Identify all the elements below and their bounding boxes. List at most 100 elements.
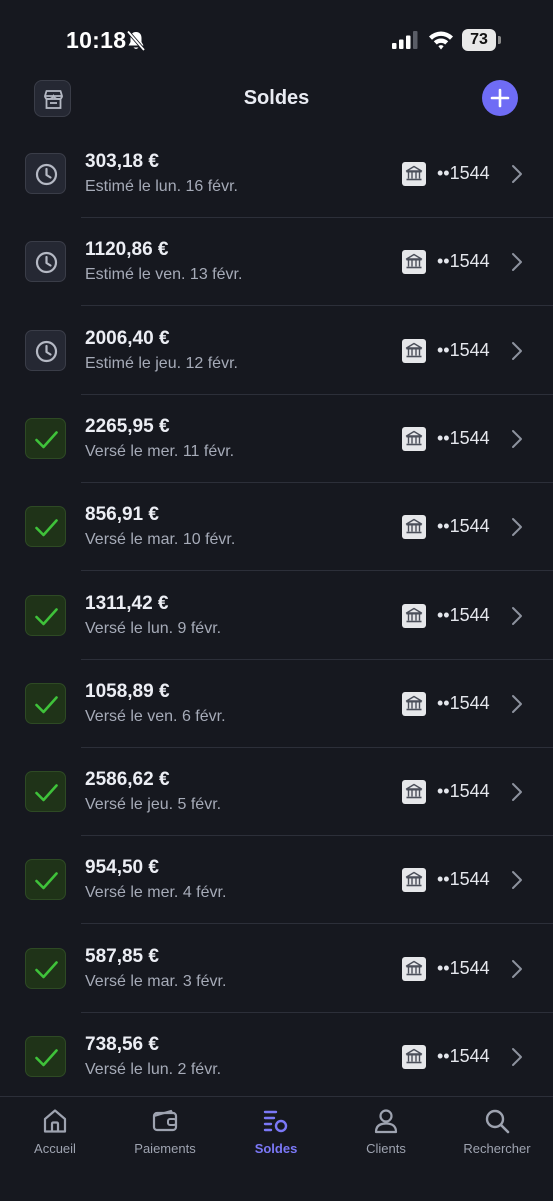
bank-icon [402,868,426,893]
chevron-right-icon [512,694,522,713]
checkmark-icon [35,607,58,625]
payout-date: Estimé le jeu. 12 févr. [85,354,238,372]
payout-row[interactable]: 587,85 € Versé le mar. 3 févr. ••1544 [0,925,553,1013]
payout-date: Versé le jeu. 5 févr. [85,796,222,814]
wifi-icon [429,31,453,50]
payout-date: Versé le mar. 10 févr. [85,531,236,549]
wallet-icon [152,1109,178,1132]
payout-date: Versé le lun. 2 févr. [85,1061,222,1078]
payout-amount: 1311,42 € [85,592,169,614]
tab-rechercher[interactable]: Rechercher [442,1097,552,1201]
account-number: ••1544 [437,781,490,802]
battery-icon: 73 [462,29,502,52]
status-badge [25,1036,66,1077]
payout-amount: 738,56 € [85,1034,159,1055]
payout-amount: 2586,62 € [85,769,170,791]
battery-level: 73 [470,31,488,48]
payout-row[interactable]: 954,50 € Versé le mer. 4 févr. ••1544 [0,836,553,925]
payout-amount: 2265,95 € [85,415,170,437]
account-number: ••1544 [437,427,490,448]
payout-row[interactable]: 2586,62 € Versé le jeu. 5 févr. ••1544 [0,748,553,837]
bank-icon [402,691,426,716]
chevron-right-icon [512,429,522,448]
checkmark-icon [35,784,58,802]
chevron-right-icon [512,253,522,272]
checkmark-icon [35,872,58,890]
chevron-right-icon [512,341,522,360]
bank-icon [402,1045,426,1069]
account-number: ••1544 [437,692,490,713]
payout-amount: 954,50 € [85,857,159,879]
payout-amount: 2006,40 € [85,327,170,349]
checkmark-icon [35,1049,58,1067]
status-badge [25,594,66,636]
status-badge [25,682,66,724]
status-badge [25,241,66,283]
account-number: ••1544 [437,1046,490,1066]
payout-row[interactable]: 738,56 € Versé le lun. 2 févr. ••1544 [0,1013,553,1101]
account-number: ••1544 [437,957,490,978]
bank-icon [402,956,426,981]
status-badge [25,859,66,901]
tab-label: Soldes [254,1141,298,1156]
payout-row[interactable]: 1311,42 € Versé le lun. 9 févr. ••1544 [0,572,553,660]
account-number: ••1544 [437,516,490,537]
bank-icon [402,603,426,628]
checkmark-icon [35,431,58,449]
balances-icon [263,1110,288,1133]
payout-row[interactable]: 2265,95 € Versé le mer. 11 févr. ••1544 [0,395,553,483]
checkmark-icon [35,519,58,537]
account-number: ••1544 [437,339,490,360]
checkmark-icon [35,960,58,978]
chevron-right-icon [512,1048,522,1066]
tab-accueil[interactable]: Accueil [0,1097,110,1201]
payout-row[interactable]: 1120,86 € Estimé le ven. 13 févr. ••1544 [0,218,553,307]
clock-icon [35,340,58,362]
status-badge [25,506,66,548]
account-number: ••1544 [437,251,490,272]
account-number: ••1544 [437,869,490,890]
bank-icon [402,162,426,186]
payout-row[interactable]: 856,91 € Versé le mar. 10 févr. ••1544 [0,483,553,572]
checkmark-icon [35,695,58,714]
status-badge [25,329,66,371]
chevron-right-icon [512,783,522,802]
account-number: ••1544 [437,163,490,183]
status-badge [25,771,66,813]
payout-amount: 587,85 € [85,945,159,967]
bank-icon [402,515,426,540]
tab-bar: Accueil Paiements Soldes Clients Recherc… [0,1096,553,1201]
status-bar: 10:18 73 [0,0,553,80]
tab-soldes[interactable]: Soldes [221,1097,331,1201]
payout-row[interactable]: 2006,40 € Estimé le jeu. 12 févr. ••1544 [0,307,553,395]
bank-icon [402,338,426,363]
chevron-right-icon [512,871,522,890]
payout-row[interactable]: 1058,89 € Versé le ven. 6 févr. ••1544 [0,660,553,748]
tab-label: Rechercher [463,1141,531,1156]
search-icon [485,1109,510,1134]
bank-icon [402,426,426,451]
chevron-right-icon [512,606,522,625]
chevron-right-icon [512,518,522,537]
bank-icon [402,250,426,275]
payout-amount: 1058,89 € [85,680,170,702]
tab-label: Clients [366,1141,406,1156]
payout-amount: 1120,86 € [85,239,169,261]
add-button[interactable] [482,80,518,116]
account-number: ••1544 [437,604,490,625]
page-title: Soldes [243,87,310,109]
tab-clients[interactable]: Clients [331,1097,441,1201]
payout-date: Estimé le lun. 16 févr. [85,178,238,195]
chevron-right-icon [512,165,522,183]
payout-date: Versé le ven. 6 févr. [85,707,226,725]
payout-date: Versé le lun. 9 févr. [85,619,222,637]
home-icon [43,1109,67,1133]
tab-paiements[interactable]: Paiements [110,1097,220,1201]
payout-date: Estimé le ven. 13 févr. [85,266,243,284]
status-badge [25,417,66,459]
payout-amount: 856,91 € [85,504,159,526]
payout-date: Versé le mar. 3 févr. [85,972,227,990]
payout-row[interactable]: 303,18 € Estimé le lun. 16 févr. ••1544 [0,130,553,218]
tab-label: Paiements [134,1141,196,1156]
bell-muted-icon [126,30,146,52]
